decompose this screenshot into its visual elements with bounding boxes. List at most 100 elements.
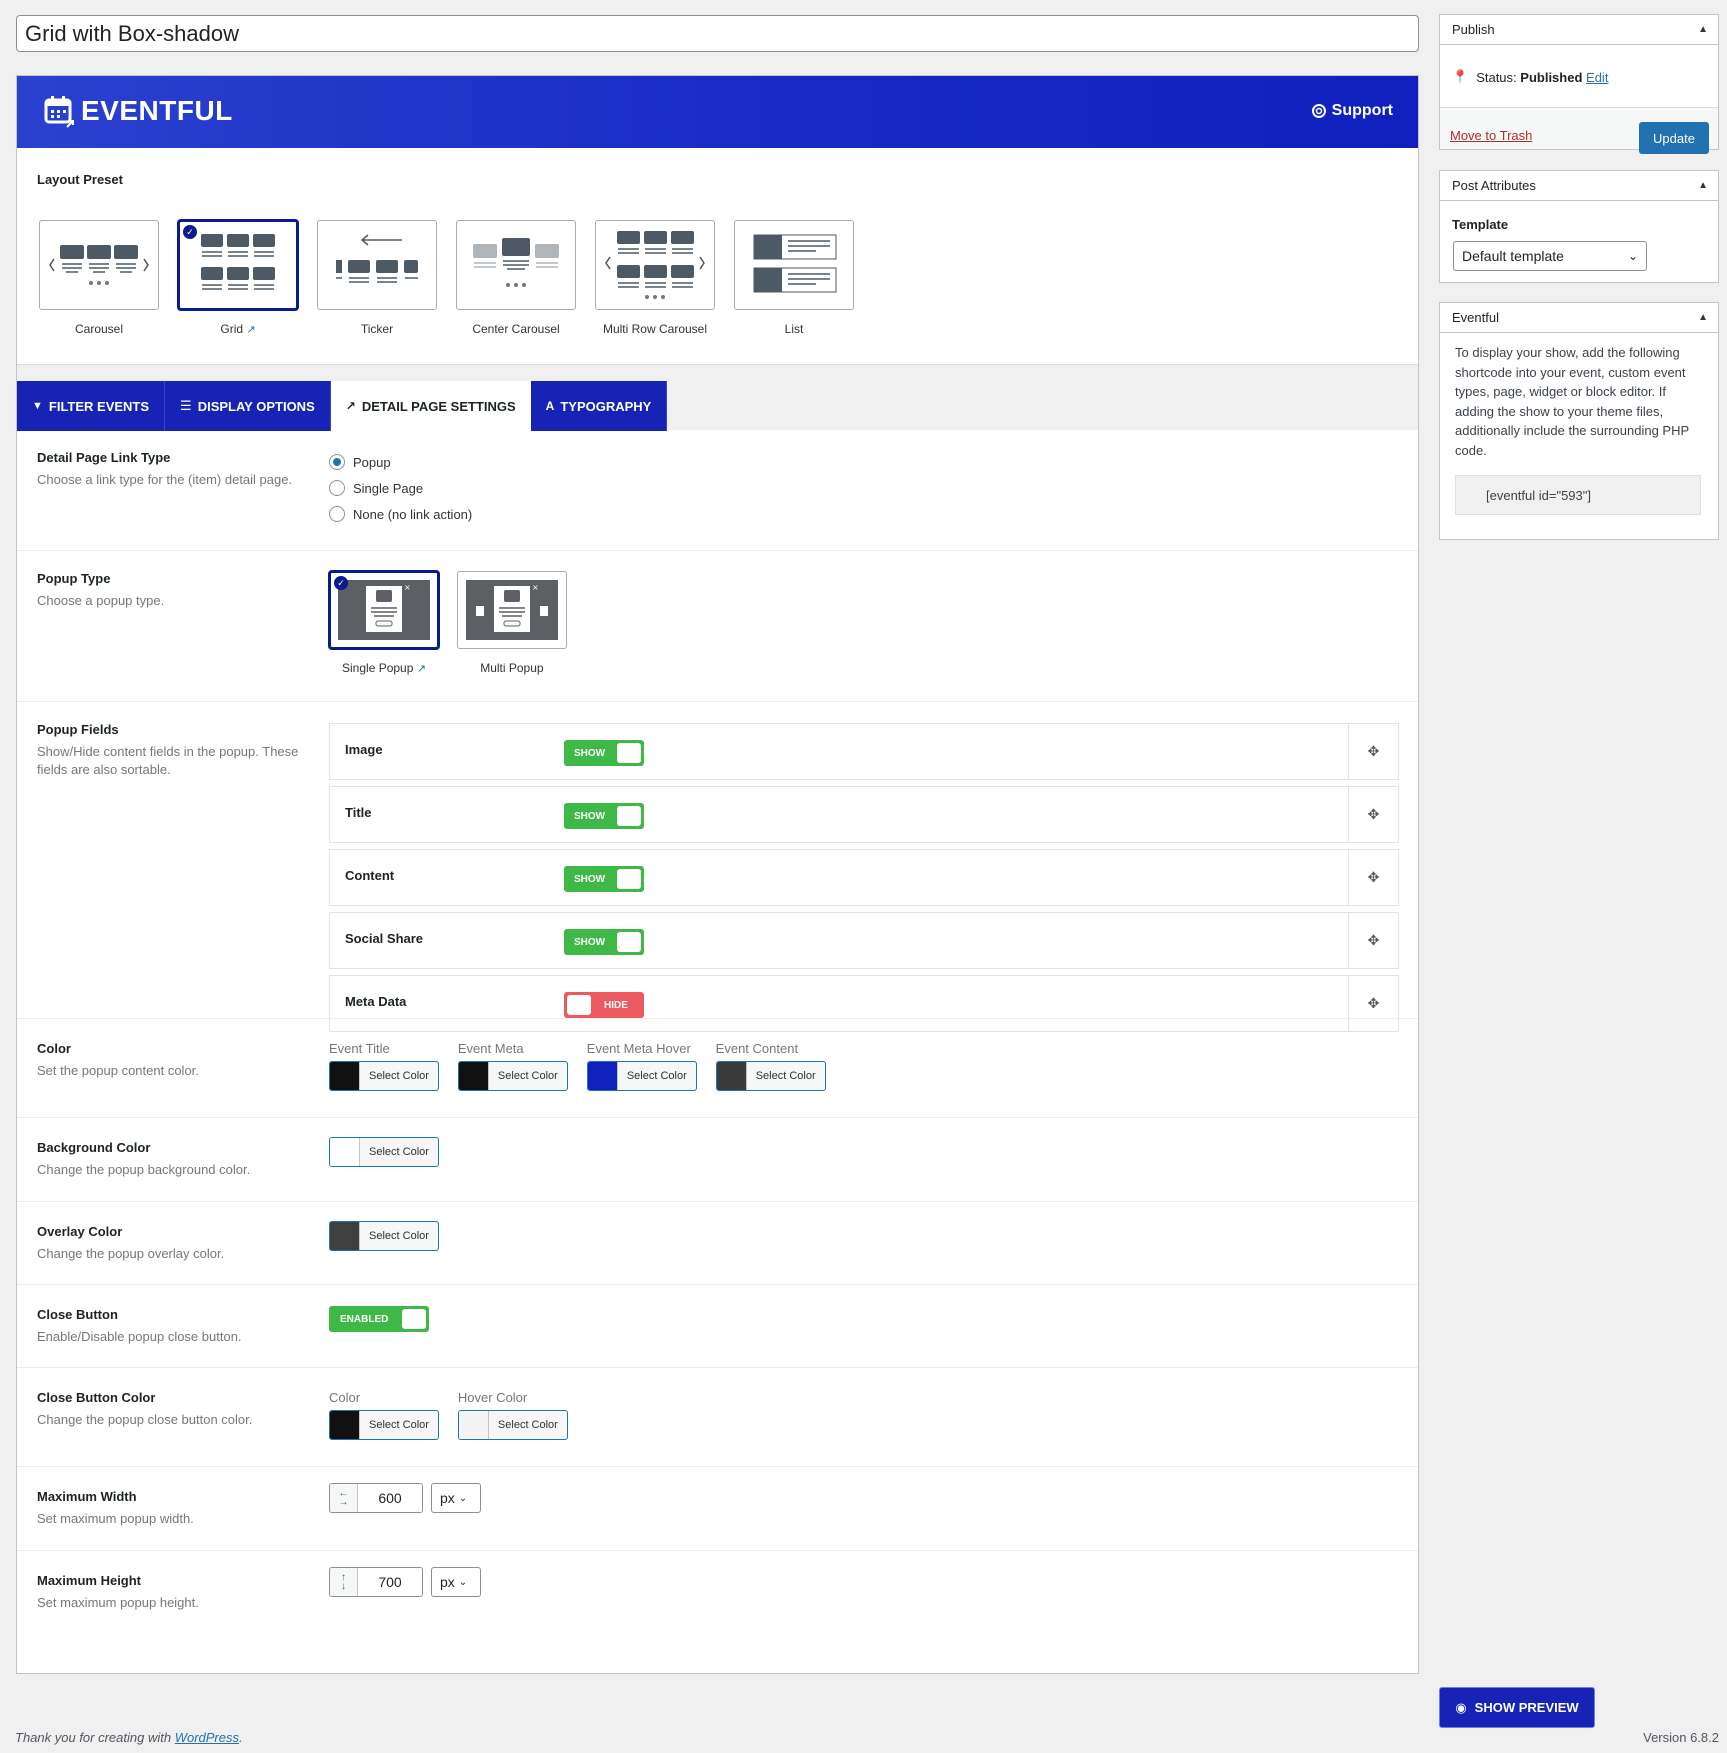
color-picker-label: Event Content [715,1041,799,1056]
calendar-logo-icon [44,96,74,128]
external-link-icon[interactable]: ↗ [246,324,255,336]
field-toggle[interactable]: HIDE [564,992,644,1018]
preset-grid[interactable]: ✓ Grid ↗ [178,220,298,336]
color-swatch [330,1222,360,1250]
post-attributes-header[interactable]: Post Attributes ▲ [1440,171,1718,201]
color-picker-button[interactable]: Select Color [329,1137,439,1167]
color-picker-button[interactable]: Select Color [329,1061,439,1091]
field-toggle[interactable]: SHOW [564,740,644,766]
settings-tabs-bar: ▼ FILTER EVENTS ☰ DISPLAY OPTIONS ↗ DETA… [17,364,1418,431]
overlay-color-desc: Change the popup overlay color. [37,1246,225,1261]
color-picker-button[interactable]: Select Color [457,1061,568,1091]
external-link-icon: ↗ [345,399,356,413]
post-title-input[interactable]: Grid with Box-shadow [16,15,1419,52]
preset-multi-row-carousel[interactable]: Multi Row Carousel [595,220,715,336]
layout-preset-label: Layout Preset [37,172,123,187]
svg-text:×: × [532,583,539,592]
tab-filter-events[interactable]: ▼ FILTER EVENTS [17,381,166,431]
field-toggle[interactable]: SHOW [564,866,644,892]
color-picker-label: Color [329,1390,361,1405]
preset-center-carousel[interactable]: Center Carousel [456,220,576,336]
shortcode-field[interactable]: [eventful id="593"] [1455,475,1701,515]
eye-icon: ◉ [1455,1699,1467,1715]
color-label: Color [37,1041,71,1056]
caret-up-icon[interactable]: ▲ [1698,303,1708,333]
tab-display-options[interactable]: ☰ DISPLAY OPTIONS [165,381,331,431]
max-height-unit-select[interactable]: px ⌄ [431,1567,481,1597]
font-icon: A [545,399,555,413]
radio-button[interactable] [329,506,345,522]
horizontal-arrows-icon: ← → [330,1484,358,1512]
radio-button[interactable] [329,480,345,496]
max-width-input[interactable]: ← → 600 [329,1483,423,1513]
tab-detail-page-settings[interactable]: ↗ DETAIL PAGE SETTINGS [330,381,531,431]
edit-status-link[interactable]: Edit [1586,70,1608,85]
max-height-input[interactable]: ↑ ↓ 700 [329,1567,423,1597]
color-picker-button[interactable]: Select Color [586,1061,697,1091]
chevron-down-icon: ⌄ [1627,249,1638,263]
popup-field-title: Title SHOW ✥ [329,786,1399,843]
popup-field-image: Image SHOW ✥ [329,723,1399,780]
popup-type-label: Multi Popup [480,661,544,675]
preset-label: Grid ↗ [220,322,256,336]
color-picker-label: Event Meta [457,1041,524,1056]
footer-version: Version 6.8.2 [1643,1730,1719,1745]
color-picker-button[interactable]: Select Color [329,1221,439,1251]
color-picker-label: Hover Color [457,1390,528,1405]
drag-handle-icon[interactable]: ✥ [1348,913,1398,968]
popup-thumb: ✓ × [329,571,439,649]
color-picker-button[interactable]: Select Color [329,1410,439,1440]
preset-thumb [456,220,576,310]
show-preview-label: SHOW PREVIEW [1474,1700,1579,1715]
select-color-text: Select Color [497,1070,558,1082]
publish-header[interactable]: Publish ▲ [1440,15,1718,45]
radio-label: Popup [353,454,391,470]
radio-single-page[interactable]: Single Page [329,480,472,496]
popup-thumb: × [456,571,567,649]
drag-handle-icon[interactable]: ✥ [1348,724,1398,779]
max-height-row: Maximum Height Set maximum popup height.… [17,1550,1418,1674]
drag-handle-icon[interactable]: ✥ [1348,850,1398,905]
tab-typography[interactable]: A TYPOGRAPHY [530,381,668,431]
update-button[interactable]: Update [1639,122,1709,154]
carousel-preview-icon [49,245,149,285]
max-width-unit-select[interactable]: px ⌄ [431,1483,481,1513]
preset-carousel[interactable]: Carousel [39,220,159,336]
radio-button[interactable] [329,454,345,470]
max-height-desc: Set maximum popup height. [37,1595,199,1610]
drag-handle-icon[interactable]: ✥ [1348,787,1398,842]
preset-list[interactable]: List [734,220,854,336]
close-button-label: Close Button [37,1307,118,1322]
caret-up-icon[interactable]: ▲ [1698,15,1708,45]
support-link[interactable]: Support [1311,102,1393,120]
show-preview-button[interactable]: ◉ SHOW PREVIEW [1439,1687,1595,1728]
radio-none[interactable]: None (no link action) [329,506,472,522]
popup-fields-desc: Show/Hide content fields in the popup. T… [37,744,299,777]
external-link-icon[interactable]: ↗ [417,663,426,675]
popup-type-label: Popup Type [37,571,111,586]
close-button-row: Close Button Enable/Disable popup close … [17,1284,1418,1367]
color-picker-button[interactable]: Select Color [715,1061,826,1091]
preset-thumb [39,220,159,310]
close-button-toggle[interactable]: ENABLED [329,1306,429,1332]
brand-name: EVENTFUL [81,95,233,126]
radio-popup[interactable]: Popup [329,454,472,470]
wordpress-link[interactable]: WordPress [175,1730,239,1745]
eventful-box-header[interactable]: Eventful ▲ [1440,303,1718,333]
template-select[interactable]: Default template ⌄ [1453,241,1647,271]
field-toggle[interactable]: SHOW [564,803,644,829]
preset-ticker[interactable]: Ticker [317,220,437,336]
layout-preset-options: Carousel ✓ Grid ↗ Ticker Center Carousel… [39,220,854,336]
vertical-arrows-icon: ↑ ↓ [330,1568,358,1596]
color-picker-button[interactable]: Select Color [457,1410,568,1440]
eventful-shortcode-box: Eventful ▲ To display your show, add the … [1439,302,1719,540]
color-swatch [330,1138,360,1166]
popup-type-single[interactable]: ✓ × Single Popup ↗ [329,571,439,675]
preset-label: Center Carousel [472,322,560,336]
popup-fields-label: Popup Fields [37,722,119,737]
caret-up-icon[interactable]: ▲ [1698,171,1708,201]
select-color-text: Select Color [497,1419,558,1431]
move-to-trash-link[interactable]: Move to Trash [1450,128,1532,143]
field-toggle[interactable]: SHOW [564,929,644,955]
popup-type-multi[interactable]: × Multi Popup [456,571,567,675]
